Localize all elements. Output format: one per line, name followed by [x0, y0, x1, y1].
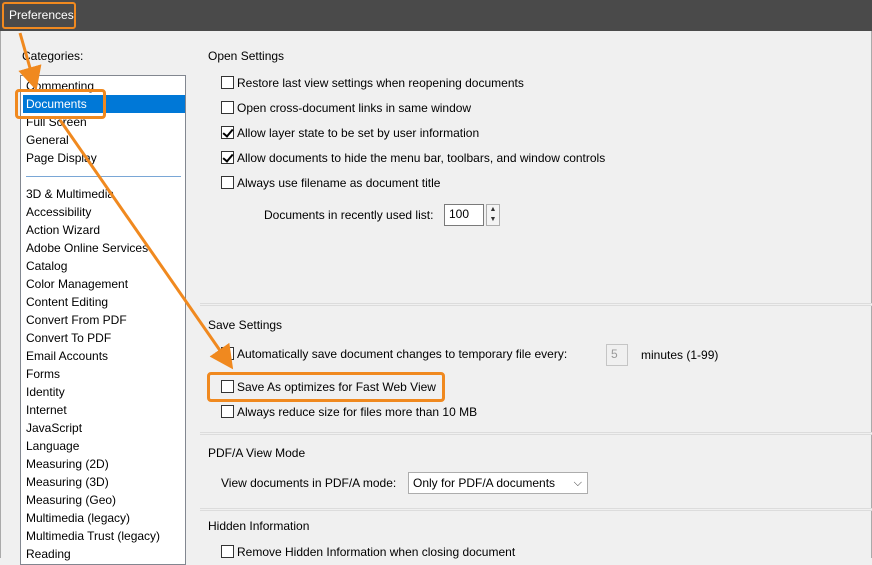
autosave-option[interactable]: Automatically save document changes to t… — [221, 346, 567, 364]
open-settings-option[interactable]: Open cross-document links in same window — [221, 100, 471, 118]
categories-label: Categories: — [22, 49, 84, 63]
category-item[interactable]: Adobe Online Services — [26, 239, 148, 257]
category-commenting[interactable]: Commenting — [26, 77, 94, 95]
window-title: Preferences — [2, 2, 76, 29]
chevron-down-icon: ⌵ — [573, 477, 582, 489]
category-item[interactable]: 3D & Multimedia — [26, 185, 114, 203]
category-item[interactable]: Measuring (3D) — [26, 473, 109, 491]
remove-hidden-label: Remove Hidden Information when closing d… — [237, 545, 516, 559]
option-checkbox[interactable] — [221, 151, 234, 165]
recent-list-label: Documents in recently used list: — [264, 208, 434, 222]
category-item[interactable]: Internet — [26, 401, 67, 419]
divider — [200, 303, 872, 306]
option-checkbox[interactable] — [221, 76, 234, 90]
reduce-size-option[interactable]: Always reduce size for files more than 1… — [221, 404, 477, 422]
option-label: Allow layer state to be set by user info… — [237, 126, 480, 140]
category-item[interactable]: Content Editing — [26, 293, 108, 311]
category-item[interactable]: Multimedia Trust (legacy) — [26, 527, 160, 545]
option-label: Open cross-document links in same window — [237, 101, 472, 115]
category-full-screen[interactable]: Full Screen — [26, 113, 87, 131]
option-checkbox[interactable] — [221, 101, 234, 115]
pdfa-mode-label: View documents in PDF/A mode: — [221, 476, 397, 490]
category-page-display[interactable]: Page Display — [26, 149, 97, 167]
hidden-info-title: Hidden Information — [208, 519, 310, 533]
autosave-label: Automatically save document changes to t… — [237, 347, 568, 361]
save-settings-title: Save Settings — [208, 318, 283, 332]
autosave-checkbox[interactable] — [221, 347, 234, 361]
recent-list-stepper[interactable]: ▲ ▼ — [486, 204, 500, 226]
stepper-down-icon[interactable]: ▼ — [487, 215, 499, 225]
reduce-size-label: Always reduce size for files more than 1… — [237, 405, 478, 419]
remove-hidden-option[interactable]: Remove Hidden Information when closing d… — [221, 544, 515, 562]
category-item[interactable]: Action Wizard — [26, 221, 100, 239]
recent-list-input[interactable]: 100 — [444, 204, 484, 226]
reduce-size-checkbox[interactable] — [221, 405, 234, 419]
pdfa-mode-select[interactable]: Only for PDF/A documents ⌵ — [408, 472, 588, 494]
pdfa-title: PDF/A View Mode — [208, 446, 306, 460]
category-documents[interactable]: Documents — [23, 95, 185, 113]
category-item[interactable]: Identity — [26, 383, 65, 401]
category-item[interactable]: Convert To PDF — [26, 329, 111, 347]
open-settings-option[interactable]: Always use filename as document title — [221, 175, 440, 193]
open-settings-option[interactable]: Allow layer state to be set by user info… — [221, 125, 479, 143]
fast-web-view-checkbox[interactable] — [221, 380, 234, 394]
category-item[interactable]: JavaScript — [26, 419, 82, 437]
category-item[interactable]: Forms — [26, 365, 60, 383]
category-item[interactable]: Catalog — [26, 257, 67, 275]
pdfa-mode-value: Only for PDF/A documents — [413, 476, 556, 490]
category-item[interactable]: Color Management — [26, 275, 128, 293]
category-item[interactable]: Email Accounts — [26, 347, 108, 365]
stepper-up-icon[interactable]: ▲ — [487, 205, 499, 215]
category-item[interactable]: Multimedia (legacy) — [26, 509, 130, 527]
divider — [200, 432, 872, 435]
category-separator — [26, 176, 181, 177]
fast-web-view-option[interactable]: Save As optimizes for Fast Web View — [221, 379, 436, 397]
category-item[interactable]: Measuring (Geo) — [26, 491, 116, 509]
title-bar: Preferences — [0, 0, 872, 31]
category-general[interactable]: General — [26, 131, 69, 149]
category-item[interactable]: Reading — [26, 545, 71, 563]
option-checkbox[interactable] — [221, 126, 234, 140]
fast-web-view-label: Save As optimizes for Fast Web View — [237, 380, 436, 394]
categories-list[interactable]: Commenting Documents Full Screen General… — [20, 75, 186, 565]
divider — [200, 508, 872, 511]
option-label: Always use filename as document title — [237, 176, 441, 190]
open-settings-option[interactable]: Allow documents to hide the menu bar, to… — [221, 150, 605, 168]
autosave-units: minutes (1-99) — [641, 348, 719, 362]
open-settings-title: Open Settings — [208, 49, 285, 63]
category-item[interactable]: Language — [26, 437, 79, 455]
category-item[interactable]: Accessibility — [26, 203, 91, 221]
option-label: Restore last view settings when reopenin… — [237, 76, 524, 90]
remove-hidden-checkbox[interactable] — [221, 545, 234, 559]
autosave-interval-input[interactable]: 5 — [606, 344, 628, 366]
option-checkbox[interactable] — [221, 176, 234, 190]
open-settings-option[interactable]: Restore last view settings when reopenin… — [221, 75, 524, 93]
category-item[interactable]: Measuring (2D) — [26, 455, 109, 473]
option-label: Allow documents to hide the menu bar, to… — [237, 151, 606, 165]
category-item[interactable]: Convert From PDF — [26, 311, 127, 329]
